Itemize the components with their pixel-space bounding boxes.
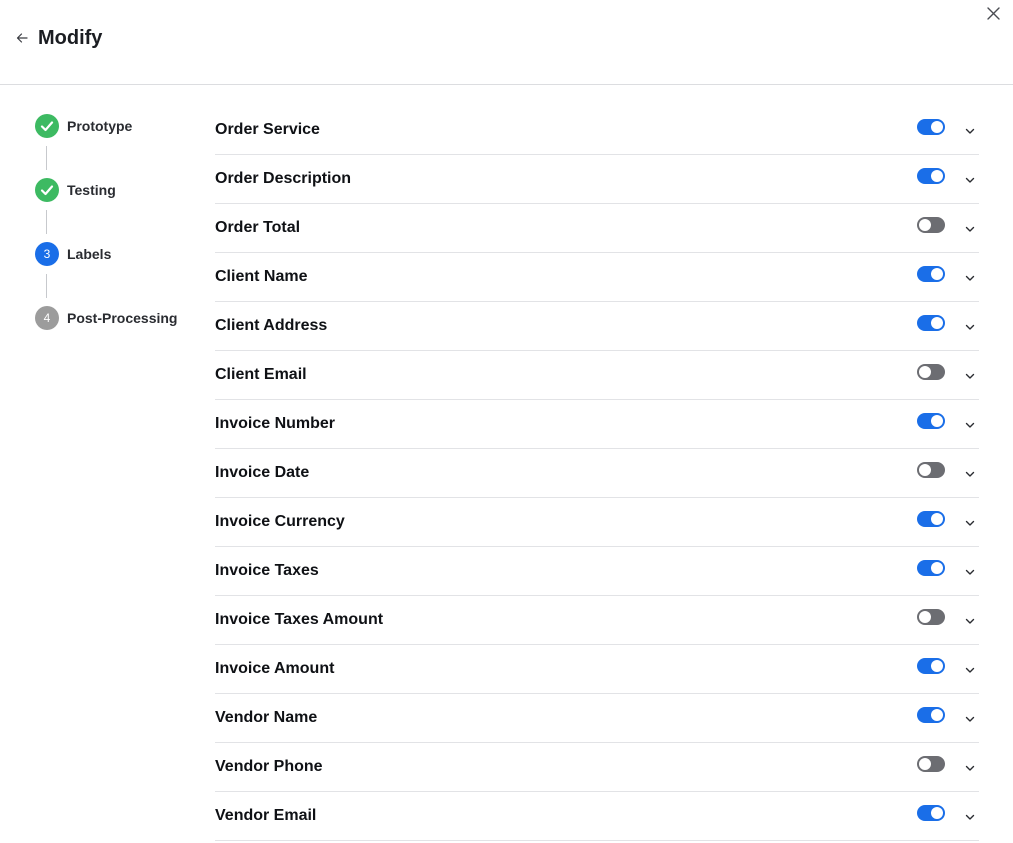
field-row[interactable]: Invoice Number bbox=[215, 400, 979, 449]
step-connector bbox=[46, 274, 47, 298]
step-label: Post-Processing bbox=[67, 310, 178, 326]
chevron-down-icon[interactable] bbox=[963, 761, 977, 775]
field-toggle[interactable] bbox=[917, 168, 945, 184]
step-connector bbox=[46, 146, 47, 170]
field-label: Invoice Date bbox=[215, 464, 310, 481]
field-label: Invoice Taxes Amount bbox=[215, 611, 384, 628]
field-label: Order Total bbox=[215, 219, 301, 236]
field-toggle[interactable] bbox=[917, 707, 945, 723]
toggle-knob bbox=[919, 611, 931, 623]
step-number: 4 bbox=[35, 306, 59, 330]
field-toggle[interactable] bbox=[917, 413, 945, 429]
step-label: Labels bbox=[67, 246, 112, 262]
toggle-knob bbox=[931, 317, 943, 329]
toggle-knob bbox=[919, 219, 931, 231]
field-label: Client Address bbox=[215, 317, 328, 334]
field-toggle[interactable] bbox=[917, 609, 945, 625]
step-label: Testing bbox=[67, 182, 116, 198]
chevron-down-icon[interactable] bbox=[963, 663, 977, 677]
field-row[interactable]: Vendor Name bbox=[215, 694, 979, 743]
field-row[interactable]: Client Address bbox=[215, 302, 979, 351]
chevron-down-icon[interactable] bbox=[963, 516, 977, 530]
field-row[interactable]: Vendor Phone bbox=[215, 743, 979, 792]
page-title: Modify bbox=[38, 27, 103, 49]
field-toggle[interactable] bbox=[917, 217, 945, 233]
chevron-down-icon[interactable] bbox=[963, 222, 977, 236]
field-row[interactable]: Vendor Email bbox=[215, 792, 979, 841]
field-toggle[interactable] bbox=[917, 560, 945, 576]
field-label: Invoice Amount bbox=[215, 660, 335, 677]
step-check-icon bbox=[35, 178, 59, 202]
field-label: Invoice Taxes bbox=[215, 562, 319, 579]
toggle-knob bbox=[931, 268, 943, 280]
field-toggle[interactable] bbox=[917, 364, 945, 380]
chevron-down-icon[interactable] bbox=[963, 614, 977, 628]
step-connector bbox=[46, 210, 47, 234]
step-number: 3 bbox=[35, 242, 59, 266]
field-row[interactable]: Order Service bbox=[215, 106, 979, 155]
chevron-down-icon[interactable] bbox=[963, 712, 977, 726]
field-label: Order Service bbox=[215, 121, 320, 138]
chevron-down-icon[interactable] bbox=[963, 565, 977, 579]
field-label: Client Email bbox=[215, 366, 307, 383]
field-toggle[interactable] bbox=[917, 315, 945, 331]
field-toggle[interactable] bbox=[917, 805, 945, 821]
field-label: Vendor Name bbox=[215, 709, 318, 726]
field-row[interactable]: Order Description bbox=[215, 155, 979, 204]
field-label: Invoice Currency bbox=[215, 513, 345, 530]
toggle-knob bbox=[931, 121, 943, 133]
arrow-left-icon[interactable] bbox=[15, 31, 29, 45]
toggle-knob bbox=[931, 170, 943, 182]
field-row[interactable]: Invoice Date bbox=[215, 449, 979, 498]
field-row[interactable]: Order Total bbox=[215, 204, 979, 253]
field-toggle[interactable] bbox=[917, 266, 945, 282]
field-label: Order Description bbox=[215, 170, 352, 187]
field-toggle[interactable] bbox=[917, 511, 945, 527]
field-label: Client Name bbox=[215, 268, 308, 285]
check-icon bbox=[40, 185, 54, 196]
field-row[interactable]: Invoice Currency bbox=[215, 498, 979, 547]
field-row[interactable]: Invoice Taxes bbox=[215, 547, 979, 596]
field-toggle[interactable] bbox=[917, 756, 945, 772]
field-row[interactable]: Invoice Amount bbox=[215, 645, 979, 694]
field-toggle[interactable] bbox=[917, 658, 945, 674]
toggle-knob bbox=[919, 464, 931, 476]
toggle-knob bbox=[919, 758, 931, 770]
step-label: Prototype bbox=[67, 118, 133, 134]
chevron-down-icon[interactable] bbox=[963, 320, 977, 334]
chevron-down-icon[interactable] bbox=[963, 369, 977, 383]
toggle-knob bbox=[931, 660, 943, 672]
chevron-down-icon[interactable] bbox=[963, 124, 977, 138]
field-toggle[interactable] bbox=[917, 119, 945, 135]
chevron-down-icon[interactable] bbox=[963, 810, 977, 824]
header: Modify bbox=[0, 0, 1013, 85]
chevron-down-icon[interactable] bbox=[963, 418, 977, 432]
field-label: Vendor Email bbox=[215, 807, 317, 824]
toggle-knob bbox=[919, 366, 931, 378]
field-list: Order Service Order Description Order Tota… bbox=[215, 106, 979, 841]
chevron-down-icon[interactable] bbox=[963, 467, 977, 481]
toggle-knob bbox=[931, 807, 943, 819]
toggle-knob bbox=[931, 513, 943, 525]
toggle-knob bbox=[931, 562, 943, 574]
toggle-knob bbox=[931, 709, 943, 721]
chevron-down-icon[interactable] bbox=[963, 271, 977, 285]
field-row[interactable]: Client Email bbox=[215, 351, 979, 400]
field-label: Invoice Number bbox=[215, 415, 336, 432]
field-label: Vendor Phone bbox=[215, 758, 323, 775]
field-toggle[interactable] bbox=[917, 462, 945, 478]
field-row[interactable]: Invoice Taxes Amount bbox=[215, 596, 979, 645]
chevron-down-icon[interactable] bbox=[963, 173, 977, 187]
field-row[interactable]: Client Name bbox=[215, 253, 979, 302]
toggle-knob bbox=[931, 415, 943, 427]
check-icon bbox=[40, 121, 54, 132]
step-check-icon bbox=[35, 114, 59, 138]
